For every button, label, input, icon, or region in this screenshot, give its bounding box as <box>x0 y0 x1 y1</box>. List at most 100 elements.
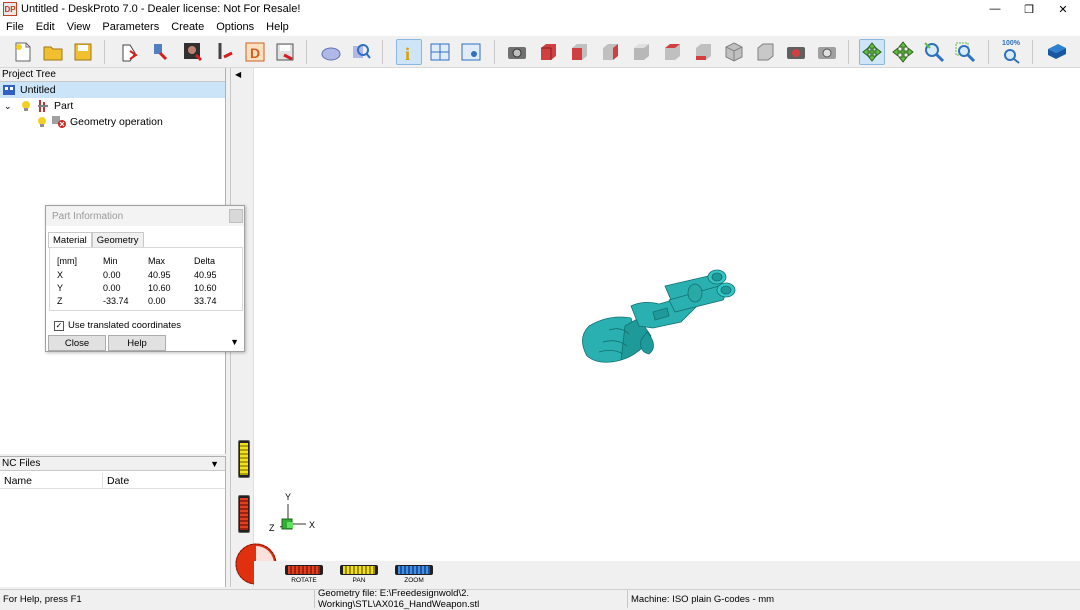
zoom-control[interactable] <box>395 565 433 575</box>
menu-edit[interactable]: Edit <box>30 21 61 33</box>
menu-file[interactable]: File <box>0 21 30 33</box>
zoom-window-icon[interactable] <box>952 39 978 65</box>
snapshot2-icon[interactable] <box>814 39 840 65</box>
column-header-name[interactable]: Name <box>0 473 103 488</box>
tree-item-part[interactable]: ⌄ Part <box>4 98 73 114</box>
svg-text:i: i <box>405 44 410 63</box>
row-axis: Z <box>57 296 63 306</box>
inspect-icon[interactable] <box>348 39 374 65</box>
zoom-icon[interactable] <box>921 39 947 65</box>
part-wizard-icon[interactable] <box>116 39 142 65</box>
project-tree-header: Project Tree <box>0 68 225 82</box>
view-top-icon[interactable] <box>659 39 685 65</box>
tree-item-label: Untitled <box>20 84 56 96</box>
axis-triad: Y X Z <box>267 492 317 542</box>
pan-icon[interactable] <box>890 39 916 65</box>
tree-item-geometry-operation[interactable]: Geometry operation <box>36 114 163 130</box>
help-button[interactable]: Help <box>108 335 166 351</box>
operation-error-icon <box>52 116 66 128</box>
column-header-date[interactable]: Date <box>103 473 129 488</box>
table-header-max: Max <box>148 256 166 266</box>
dropdown-arrow-icon[interactable]: ▼ <box>210 459 219 469</box>
toolbar-view-icon[interactable] <box>458 39 484 65</box>
close-icon[interactable]: ✕ <box>1046 0 1080 18</box>
use-translated-coordinates-checkbox[interactable]: ✓ Use translated coordinates <box>54 320 181 331</box>
vector-icon[interactable] <box>212 39 238 65</box>
help-book-icon[interactable] <box>1044 39 1070 65</box>
chevron-down-icon[interactable]: ⌄ <box>4 101 16 112</box>
part-information-dialog: Part Information Material Geometry [mm] … <box>45 205 245 352</box>
checkbox-checked-icon[interactable]: ✓ <box>54 320 64 331</box>
row-axis: X <box>57 270 64 280</box>
view-bottom-icon[interactable] <box>690 39 716 65</box>
info-icon[interactable]: i <box>396 39 422 65</box>
view-left-icon[interactable] <box>597 39 623 65</box>
zoom-percent-label: 100% <box>1002 40 1020 47</box>
status-machine: Machine: ISO plain G-codes - mm <box>627 590 1080 608</box>
open-icon[interactable] <box>40 39 66 65</box>
row-axis: Y <box>57 283 64 293</box>
rotate-control[interactable] <box>285 565 323 575</box>
menu-parameters[interactable]: Parameters <box>96 21 165 33</box>
import-geometry-icon[interactable] <box>148 39 174 65</box>
row-delta: 10.60 <box>194 283 217 293</box>
minimize-icon[interactable]: — <box>978 0 1012 18</box>
tree-item-label: Part <box>54 100 74 112</box>
svg-text:D: D <box>250 45 260 61</box>
pan-control[interactable] <box>340 565 378 575</box>
red-slider[interactable] <box>238 495 250 533</box>
menu-options[interactable]: Options <box>210 21 260 33</box>
row-max: 40.95 <box>148 270 171 280</box>
camera-icon[interactable] <box>504 39 530 65</box>
menu-create[interactable]: Create <box>165 21 210 33</box>
menu-view[interactable]: View <box>61 21 97 33</box>
3d-viewport[interactable]: ◀ ROTATE PAN ZOOM Y X Z <box>230 68 1080 587</box>
title-bar: DP Untitled - DeskProto 7.0 - Dealer lic… <box>0 0 1080 18</box>
close-button[interactable]: Close <box>48 335 106 351</box>
table-header-min: Min <box>103 256 118 266</box>
snapshot-icon[interactable] <box>783 39 809 65</box>
expand-arrow-icon[interactable]: ▼ <box>230 337 239 347</box>
rotate-icon[interactable] <box>859 39 885 65</box>
nc-files-columns: Name Date <box>0 473 225 489</box>
menu-bar: File Edit View Parameters Create Options… <box>0 18 1080 36</box>
layout-icon[interactable] <box>427 39 453 65</box>
rotate-label: ROTATE <box>291 577 317 584</box>
zoom-label: ZOOM <box>404 577 424 584</box>
menu-help[interactable]: Help <box>260 21 295 33</box>
yellow-slider[interactable] <box>238 440 250 478</box>
row-delta: 40.95 <box>194 270 217 280</box>
view-iso-icon[interactable] <box>721 39 747 65</box>
status-help: For Help, press F1 <box>3 593 82 605</box>
operation-icon[interactable]: D <box>242 39 268 65</box>
view-front-icon[interactable] <box>535 39 561 65</box>
status-geometry-file: Geometry file: E:\Freedesignwold\2. Work… <box>314 588 627 610</box>
row-min: 0.00 <box>103 270 121 280</box>
dialog-close-icon[interactable] <box>229 209 243 223</box>
toolbar: D i 100% <box>0 36 1080 68</box>
save-icon[interactable] <box>70 39 96 65</box>
view-right-icon[interactable] <box>628 39 654 65</box>
tab-geometry[interactable]: Geometry <box>91 232 144 247</box>
viewport-control-bar: ROTATE PAN ZOOM <box>254 561 1080 587</box>
restore-icon[interactable]: ❐ <box>1012 0 1046 18</box>
row-max: 10.60 <box>148 283 171 293</box>
zoom-all-icon[interactable]: 100% <box>998 39 1024 65</box>
row-delta: 33.74 <box>194 296 217 306</box>
mesh-icon[interactable] <box>318 39 344 65</box>
tree-item-untitled[interactable]: Untitled <box>2 82 56 98</box>
dialog-tabs: Material Geometry <box>48 232 144 248</box>
table-header-delta: Delta <box>194 256 216 266</box>
nc-files-title: NC Files <box>2 458 41 469</box>
save-nc-icon[interactable] <box>272 39 298 65</box>
view-back-icon[interactable] <box>566 39 592 65</box>
3d-model-hand-weapon[interactable] <box>569 256 749 376</box>
new-icon[interactable] <box>10 39 36 65</box>
table-header-unit: [mm] <box>57 256 77 266</box>
dimensions-table: [mm] Min Max Delta X 0.00 40.95 40.95 Y … <box>49 247 243 311</box>
view-box-icon[interactable] <box>752 39 778 65</box>
lightbulb-icon <box>38 117 46 127</box>
collapse-arrow-icon[interactable]: ◀ <box>235 70 241 79</box>
bitmap-icon[interactable] <box>180 39 206 65</box>
tab-material[interactable]: Material <box>48 232 92 248</box>
